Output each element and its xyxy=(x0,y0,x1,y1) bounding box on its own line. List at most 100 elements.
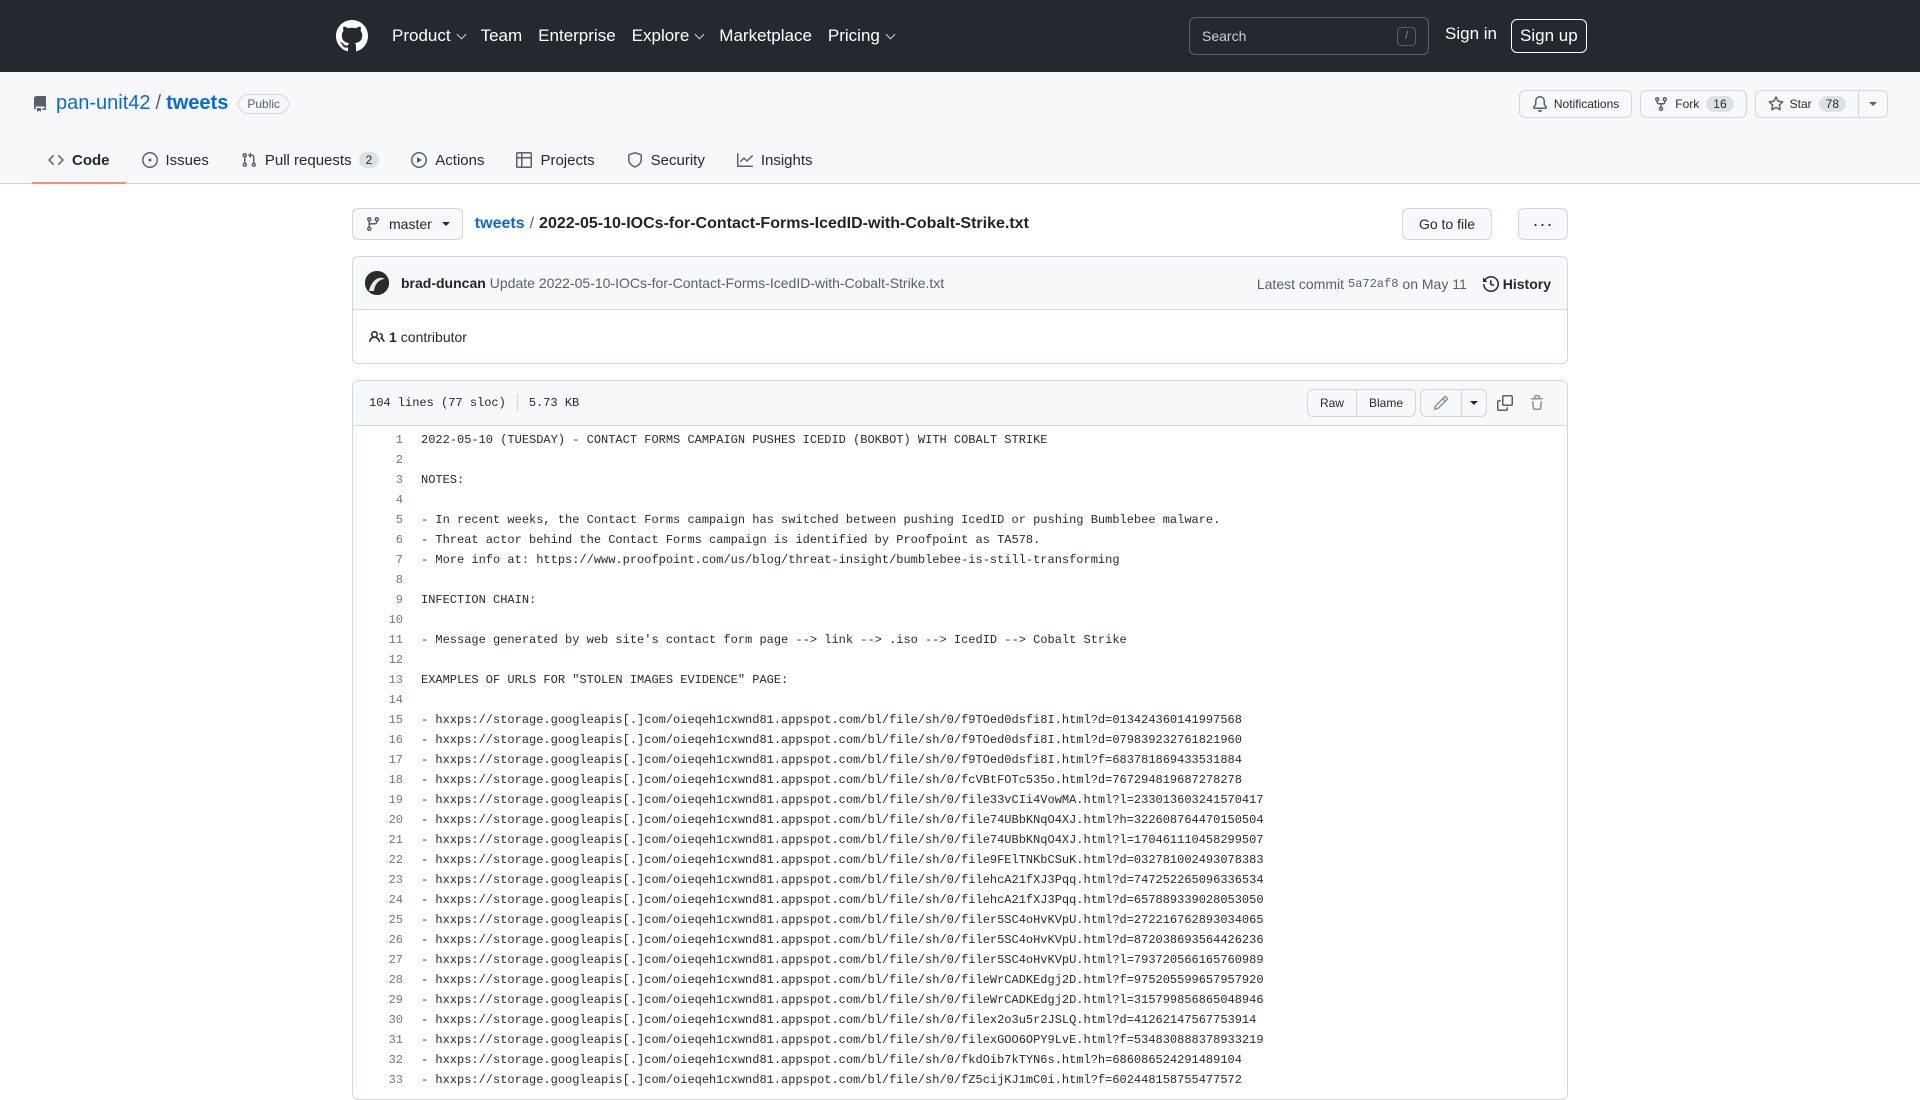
line-number[interactable]: 25 xyxy=(353,913,403,927)
line-number[interactable]: 5 xyxy=(353,513,403,527)
line-number[interactable]: 33 xyxy=(353,1073,403,1087)
line-number[interactable]: 26 xyxy=(353,933,403,947)
code-line: 29 - hxxps://storage.googleapis[.]com/oie… xyxy=(353,990,1567,1010)
avatar[interactable] xyxy=(365,271,389,295)
line-number[interactable]: 7 xyxy=(353,553,403,567)
fork-count: 16 xyxy=(1706,96,1734,112)
code-line: 31 - hxxps://storage.googleapis[.]com/oie… xyxy=(353,1030,1567,1050)
notifications-button[interactable]: Notifications xyxy=(1518,90,1633,118)
line-number[interactable]: 22 xyxy=(353,853,403,867)
line-content: 2022-05-10 (TUESDAY) - CONTACT FORMS CAM… xyxy=(421,433,1048,447)
tab-projects[interactable]: Projects xyxy=(500,136,610,184)
tab-actions[interactable]: Actions xyxy=(395,136,500,184)
nav-marketplace[interactable]: Marketplace xyxy=(719,26,812,46)
sign-up-button[interactable]: Sign up xyxy=(1511,19,1587,53)
history-icon xyxy=(1482,275,1499,292)
code-line: 27 - hxxps://storage.googleapis[.]com/oie… xyxy=(353,950,1567,970)
breadcrumb-filename: 2022-05-10-IOCs-for-Contact-Forms-IcedID… xyxy=(539,215,1029,232)
tab-security[interactable]: Security xyxy=(611,136,721,184)
nav-explore[interactable]: Explore xyxy=(632,26,705,46)
github-logo-icon[interactable] xyxy=(336,20,368,52)
line-number[interactable]: 12 xyxy=(353,653,403,667)
star-button[interactable]: Star 78 xyxy=(1754,90,1859,118)
nav-enterprise[interactable]: Enterprise xyxy=(538,26,615,46)
nav-product[interactable]: Product xyxy=(392,26,467,46)
code-line: 6 - Threat actor behind the Contact Forms… xyxy=(353,530,1567,550)
tab-label: Security xyxy=(650,151,705,169)
line-number[interactable]: 16 xyxy=(353,733,403,747)
tab-label: Projects xyxy=(540,151,595,169)
line-number[interactable]: 20 xyxy=(353,813,403,827)
commit-message-link[interactable]: Update 2022-05-10-IOCs-for-Contact-Forms… xyxy=(490,275,944,291)
tab-issues[interactable]: Issues xyxy=(126,136,225,184)
line-number[interactable]: 10 xyxy=(353,613,403,627)
line-number[interactable]: 29 xyxy=(353,993,403,1007)
line-number[interactable]: 30 xyxy=(353,1013,403,1027)
search-input[interactable] xyxy=(1202,28,1397,44)
triangle-down-icon xyxy=(441,222,450,226)
line-number[interactable]: 14 xyxy=(353,693,403,707)
raw-button[interactable]: Raw xyxy=(1306,389,1357,417)
line-number[interactable]: 1 xyxy=(353,433,403,447)
code-line: 2 xyxy=(353,450,1567,470)
line-number[interactable]: 13 xyxy=(353,673,403,687)
file-actions: Raw Blame xyxy=(1306,389,1551,417)
code-line: 14 xyxy=(353,690,1567,710)
search-box[interactable]: / xyxy=(1189,17,1429,55)
blame-button[interactable]: Blame xyxy=(1356,389,1416,417)
line-number[interactable]: 24 xyxy=(353,893,403,907)
file-line-count: 104 lines (77 sloc) xyxy=(369,396,506,410)
line-number[interactable]: 15 xyxy=(353,713,403,727)
commit-author-link[interactable]: brad-duncan xyxy=(401,275,486,291)
nav-team[interactable]: Team xyxy=(481,26,523,46)
tab-pull-requests[interactable]: Pull requests 2 xyxy=(225,136,395,184)
line-number[interactable]: 4 xyxy=(353,493,403,507)
contributor-label: contributor xyxy=(400,329,467,345)
line-number[interactable]: 18 xyxy=(353,773,403,787)
nav-pricing-label: Pricing xyxy=(827,26,880,45)
fork-button[interactable]: Fork 16 xyxy=(1640,90,1747,118)
line-content: - hxxps://storage.googleapis[.]com/oieqe… xyxy=(421,733,1242,747)
line-number[interactable]: 31 xyxy=(353,1033,403,1047)
line-number[interactable]: 27 xyxy=(353,953,403,967)
code-line: 24 - hxxps://storage.googleapis[.]com/oie… xyxy=(353,890,1567,910)
more-options-button[interactable]: ··· xyxy=(1518,208,1568,240)
copy-button[interactable] xyxy=(1491,389,1519,417)
line-number[interactable]: 28 xyxy=(353,973,403,987)
tab-insights[interactable]: Insights xyxy=(721,136,829,184)
line-content: - hxxps://storage.googleapis[.]com/oieqe… xyxy=(421,793,1264,807)
line-number[interactable]: 2 xyxy=(353,453,403,467)
delete-button[interactable] xyxy=(1523,389,1551,417)
go-to-file-button[interactable]: Go to file xyxy=(1401,208,1492,240)
repo-header: pan-unit42 / tweets Public Notifications… xyxy=(0,72,1920,184)
line-number[interactable]: 9 xyxy=(353,593,403,607)
code-line: 20 - hxxps://storage.googleapis[.]com/oie… xyxy=(353,810,1567,830)
line-number[interactable]: 23 xyxy=(353,873,403,887)
line-number[interactable]: 11 xyxy=(353,633,403,647)
tab-code[interactable]: Code xyxy=(32,136,126,184)
edit-dropdown-button[interactable] xyxy=(1462,389,1487,417)
nav-pricing[interactable]: Pricing xyxy=(827,26,896,46)
branch-selector-button[interactable]: master xyxy=(352,208,463,240)
sign-in-link[interactable]: Sign in xyxy=(1445,24,1497,44)
history-link[interactable]: History xyxy=(1482,275,1551,292)
commit-date: on May 11 xyxy=(1402,275,1467,292)
repo-name-link[interactable]: tweets xyxy=(166,92,228,115)
line-number[interactable]: 3 xyxy=(353,473,403,487)
code-line: 3 NOTES: xyxy=(353,470,1567,490)
commit-sha-link[interactable]: 5a72af8 xyxy=(1348,277,1398,291)
repo-owner-link[interactable]: pan-unit42 xyxy=(56,92,151,115)
line-number[interactable]: 6 xyxy=(353,533,403,547)
repo-title: pan-unit42 / tweets Public xyxy=(32,92,290,115)
line-number[interactable]: 17 xyxy=(353,753,403,767)
line-number[interactable]: 21 xyxy=(353,833,403,847)
nav-marketplace-label: Marketplace xyxy=(719,26,812,45)
breadcrumb-repo-link[interactable]: tweets xyxy=(475,215,525,233)
line-number[interactable]: 19 xyxy=(353,793,403,807)
contributors-row[interactable]: 1 contributor xyxy=(353,310,1567,364)
line-number[interactable]: 8 xyxy=(353,573,403,587)
edit-button[interactable] xyxy=(1420,389,1462,417)
star-list-dropdown[interactable] xyxy=(1859,90,1888,118)
line-number[interactable]: 32 xyxy=(353,1053,403,1067)
nav-team-label: Team xyxy=(480,26,523,45)
